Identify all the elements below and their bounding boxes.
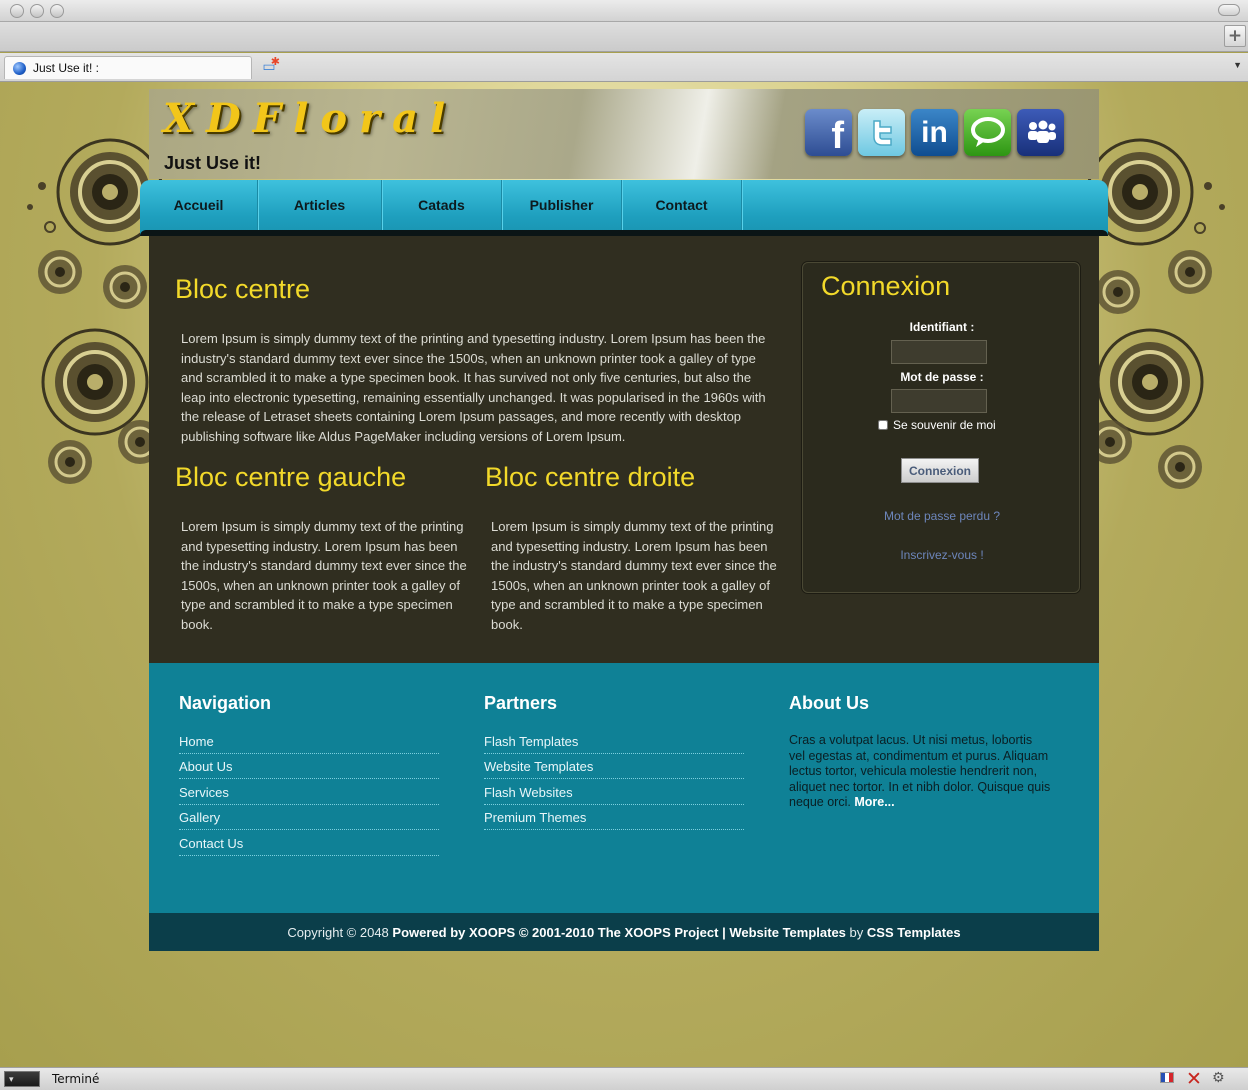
nav-item-catads[interactable]: Catads <box>382 180 502 230</box>
new-tab-button[interactable]: ▭ ✱ <box>258 56 280 76</box>
footer-nav-about[interactable]: About Us <box>179 754 439 779</box>
left-block-text: Lorem Ipsum is simply dummy text of the … <box>181 519 467 632</box>
partner-link[interactable]: Website Templates <box>484 754 744 779</box>
twitter-icon[interactable] <box>858 109 905 156</box>
linkedin-icon[interactable]: in <box>911 109 958 156</box>
powered-by-link[interactable]: Powered by XOOPS © 2001-2010 The XOOPS P… <box>392 925 718 940</box>
browser-toolbar: + <box>0 22 1248 52</box>
login-panel: Connexion Identifiant : Mot de passe : S… <box>802 262 1080 593</box>
site-container: XDFloral Just Use it! f in Accueil Artic… <box>140 89 1108 951</box>
page-viewport: XDFloral Just Use it! f in Accueil Artic… <box>0 82 1248 1067</box>
gear-icon[interactable]: ⚙ <box>1212 1070 1225 1086</box>
remember-me-label: Se souvenir de moi <box>893 418 996 432</box>
right-block-title: Bloc centre droite <box>485 462 696 492</box>
toolbar-toggle-button[interactable] <box>1218 4 1240 16</box>
center-block-title: Bloc centre <box>175 274 311 304</box>
browser-tab[interactable]: Just Use it! : <box>4 56 252 79</box>
spark-icon: ✱ <box>270 56 280 68</box>
left-block-title: Bloc centre gauche <box>175 462 407 492</box>
add-bookmark-button[interactable]: + <box>1224 25 1246 47</box>
browser-statusbar: ▾ Terminé ✕ ⚙ <box>0 1067 1248 1090</box>
chat-icon[interactable] <box>964 109 1011 156</box>
copyright-by: by <box>849 924 864 940</box>
about-text: Cras a volutpat lacus. Ut nisi metus, lo… <box>789 733 1051 809</box>
nav-item-publisher[interactable]: Publisher <box>502 180 622 230</box>
facebook-icon[interactable]: f <box>805 109 852 156</box>
username-label: Identifiant : <box>909 320 975 334</box>
css-templates-link[interactable]: CSS Templates <box>867 925 961 940</box>
site-footer: Navigation Home About Us Services Galler… <box>149 663 1099 913</box>
footer-about-text: Cras a volutpat lacus. Ut nisi metus, lo… <box>789 733 1051 811</box>
site-logo[interactable]: XDFloral <box>163 95 457 143</box>
tab-title: Just Use it! : <box>33 61 100 75</box>
footer-nav-gallery[interactable]: Gallery <box>179 805 439 830</box>
footer-nav-contact[interactable]: Contact Us <box>179 831 439 856</box>
close-x-icon[interactable]: ✕ <box>1186 1068 1202 1090</box>
nav-item-contact[interactable]: Contact <box>622 180 742 230</box>
footer-about-title: About Us <box>789 693 869 713</box>
myspace-icon[interactable] <box>1017 109 1064 156</box>
partner-link[interactable]: Flash Websites <box>484 780 744 805</box>
tab-list-dropdown-icon[interactable]: ▼ <box>1233 60 1242 70</box>
about-more-link[interactable]: More... <box>854 795 894 809</box>
footer-partners-title: Partners <box>484 693 558 713</box>
zoom-window-button[interactable] <box>50 4 64 18</box>
status-text: Terminé <box>52 1072 100 1086</box>
center-block-text: Lorem Ipsum is simply dummy text of the … <box>181 331 766 444</box>
password-label: Mot de passe : <box>900 370 984 384</box>
site-slogan: Just Use it! <box>164 153 262 173</box>
copyright-separator: | <box>722 924 726 940</box>
login-title: Connexion <box>821 271 951 301</box>
partner-link[interactable]: Flash Templates <box>484 729 744 754</box>
site-header: XDFloral Just Use it! f in <box>149 89 1099 179</box>
remember-me: Se souvenir de moi <box>878 418 996 432</box>
remember-me-checkbox[interactable] <box>878 420 888 430</box>
lost-password-link[interactable]: Mot de passe perdu ? <box>803 509 1081 523</box>
footer-navigation-title: Navigation <box>179 693 272 713</box>
password-input[interactable] <box>891 389 987 413</box>
register-link[interactable]: Inscrivez-vous ! <box>803 548 1081 562</box>
partner-link[interactable]: Premium Themes <box>484 805 744 830</box>
footer-nav-home[interactable]: Home <box>179 729 439 754</box>
main-navigation: Accueil Articles Catads Publisher Contac… <box>140 180 1108 236</box>
globe-icon <box>13 62 26 75</box>
footer-nav-services[interactable]: Services <box>179 780 439 805</box>
window-titlebar <box>0 0 1248 22</box>
status-menu-icon[interactable]: ▾ <box>4 1071 40 1087</box>
right-block-text: Lorem Ipsum is simply dummy text of the … <box>491 519 777 632</box>
nav-item-articles[interactable]: Articles <box>258 180 382 230</box>
main-content: Bloc centre Lorem Ipsum is simply dummy … <box>149 236 1099 663</box>
login-button[interactable]: Connexion <box>901 458 979 483</box>
french-flag-icon[interactable] <box>1160 1072 1174 1083</box>
copyright-text: Copyright © 2048 <box>287 924 389 940</box>
copyright-bar: Copyright © 2048 Powered by XOOPS © 2001… <box>149 913 1099 951</box>
close-window-button[interactable] <box>10 4 24 18</box>
website-templates-link[interactable]: Website Templates <box>729 925 846 940</box>
username-input[interactable] <box>891 340 987 364</box>
minimize-window-button[interactable] <box>30 4 44 18</box>
tab-strip: Just Use it! : ▭ ✱ ▼ <box>0 53 1248 82</box>
nav-item-accueil[interactable]: Accueil <box>140 180 258 230</box>
